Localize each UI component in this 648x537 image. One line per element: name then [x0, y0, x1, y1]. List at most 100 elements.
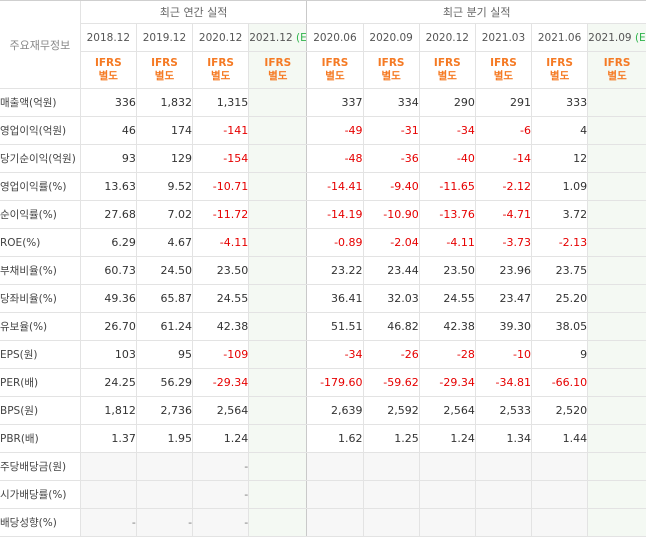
value-cell: 46.82 — [362, 312, 420, 341]
value-cell: 26.70 — [79, 312, 137, 341]
row-label: PBR(배) — [0, 424, 81, 453]
table-row: PBR(배) 1.37 1.95 1.24 1.62 1.25 1.24 1.34 1.44 — [0, 424, 646, 453]
separate-basis-label: 별도 — [381, 70, 401, 82]
value-cell: -14 — [474, 144, 532, 173]
value-cell: 7.02 — [135, 200, 193, 229]
value-cell — [587, 368, 646, 397]
value-cell: -2.04 — [362, 228, 420, 257]
value-cell: -9.40 — [362, 172, 420, 201]
value-cell: 336 — [79, 88, 137, 117]
value-cell — [248, 396, 307, 425]
value-cell: -36 — [362, 144, 420, 173]
value-cell — [587, 116, 646, 145]
value-cell — [418, 508, 476, 537]
value-cell: 1.34 — [474, 424, 532, 453]
separate-basis-label: 별도 — [493, 70, 514, 82]
value-cell: - — [192, 508, 249, 537]
value-cell: -49 — [306, 116, 364, 145]
value-cell: 27.68 — [79, 200, 137, 229]
period-header: 2020.09 — [362, 23, 420, 52]
value-cell: 49.36 — [79, 284, 137, 313]
value-cell: -28 — [418, 340, 476, 369]
value-cell: 1.37 — [79, 424, 137, 453]
row-label: 당기순이익(억원) — [0, 144, 81, 173]
value-cell: -2.13 — [531, 228, 588, 257]
value-cell: -4.11 — [418, 228, 476, 257]
table-row: 영업이익(억원) 46 174 -141 -49 -31 -34 -6 4 — [0, 116, 646, 145]
separate-basis-label: 별도 — [437, 70, 457, 82]
value-cell — [418, 452, 476, 481]
value-cell: -154 — [192, 144, 249, 173]
table-row: 부채비율(%) 60.73 24.50 23.50 23.22 23.44 23.50 23.… — [0, 256, 646, 285]
ifrs-basis-header: IFRS 별도 — [135, 51, 193, 89]
value-cell — [362, 508, 420, 537]
value-cell: 1.25 — [362, 424, 420, 453]
ifrs-basis-header: IFRS 별도 — [248, 51, 307, 89]
value-cell: -109 — [192, 340, 249, 369]
value-cell — [587, 508, 646, 537]
row-label: ROE(%) — [0, 228, 81, 257]
table-row: BPS(원) 1,812 2,736 2,564 2,639 2,592 2,564 2,53… — [0, 396, 646, 425]
value-cell: -2.12 — [474, 172, 532, 201]
value-cell: 2,564 — [418, 396, 476, 425]
row-label: 배당성향(%) — [0, 508, 81, 537]
period-header: 2018.12 — [79, 23, 137, 52]
value-cell: -34.81 — [474, 368, 532, 397]
value-cell: 56.29 — [135, 368, 193, 397]
ifrs-basis-header: IFRS 별도 — [531, 51, 588, 89]
ifrs-basis-header: IFRS 별도 — [79, 51, 137, 89]
value-cell: 2,639 — [306, 396, 364, 425]
value-cell: 9 — [531, 340, 588, 369]
ifrs-basis-header: IFRS 별도 — [306, 51, 364, 89]
table-row: PER(배) 24.25 56.29 -29.34 -179.60 -59.62 -29.3… — [0, 368, 646, 397]
ifrs-label: IFRS — [490, 57, 517, 69]
value-cell — [248, 368, 307, 397]
value-cell: 2,592 — [362, 396, 420, 425]
value-cell — [248, 228, 307, 257]
ifrs-label: IFRS — [603, 57, 631, 69]
value-cell: -34 — [418, 116, 476, 145]
value-cell — [587, 480, 646, 509]
value-cell: 337 — [306, 88, 364, 117]
row-label: EPS(원) — [0, 340, 81, 369]
value-cell: -11.65 — [418, 172, 476, 201]
table-row: 매출액(억원) 336 1,832 1,315 337 334 290 291 333 — [0, 88, 646, 117]
row-label: BPS(원) — [0, 396, 81, 425]
value-cell: 1.09 — [531, 172, 588, 201]
value-cell: -48 — [306, 144, 364, 173]
value-cell: 1,832 — [135, 88, 193, 117]
table-row: ROE(%) 6.29 4.67 -4.11 -0.89 -2.04 -4.11 -3.73-… — [0, 228, 646, 257]
ifrs-label: IFRS — [546, 57, 573, 69]
value-cell: 24.25 — [79, 368, 137, 397]
ifrs-basis-header: IFRS 별도 — [362, 51, 420, 89]
value-cell — [531, 508, 588, 537]
value-cell: 2,564 — [192, 396, 249, 425]
value-cell — [587, 396, 646, 425]
value-cell: -59.62 — [362, 368, 420, 397]
value-cell: 1.62 — [306, 424, 364, 453]
period-header: 2020.12 — [418, 23, 476, 52]
value-cell: 1.24 — [418, 424, 476, 453]
value-cell: -10.71 — [192, 172, 249, 201]
value-cell — [248, 144, 307, 173]
value-cell — [248, 508, 307, 537]
value-cell — [248, 172, 307, 201]
row-label: 주당배당금(원) — [0, 452, 81, 481]
value-cell: - — [135, 508, 193, 537]
ifrs-basis-header: IFRS 별도 — [192, 51, 249, 89]
value-cell: 1.95 — [135, 424, 193, 453]
value-cell — [248, 452, 307, 481]
row-label: 순이익률(%) — [0, 200, 81, 229]
value-cell — [79, 480, 137, 509]
value-cell: -4.71 — [474, 200, 532, 229]
value-cell: - — [192, 452, 249, 481]
value-cell — [418, 480, 476, 509]
value-cell: 129 — [135, 144, 193, 173]
value-cell — [135, 452, 193, 481]
table-row: 영업이익률(%) 13.63 9.52 -10.71 -14.41 -9.40 -11.65… — [0, 172, 646, 201]
value-cell: 39.30 — [474, 312, 532, 341]
table-row: 시가배당률(%) - — [0, 480, 646, 509]
row-label: 영업이익률(%) — [0, 172, 81, 201]
period-header: 2019.12 — [135, 23, 193, 52]
value-cell: -14.41 — [306, 172, 364, 201]
